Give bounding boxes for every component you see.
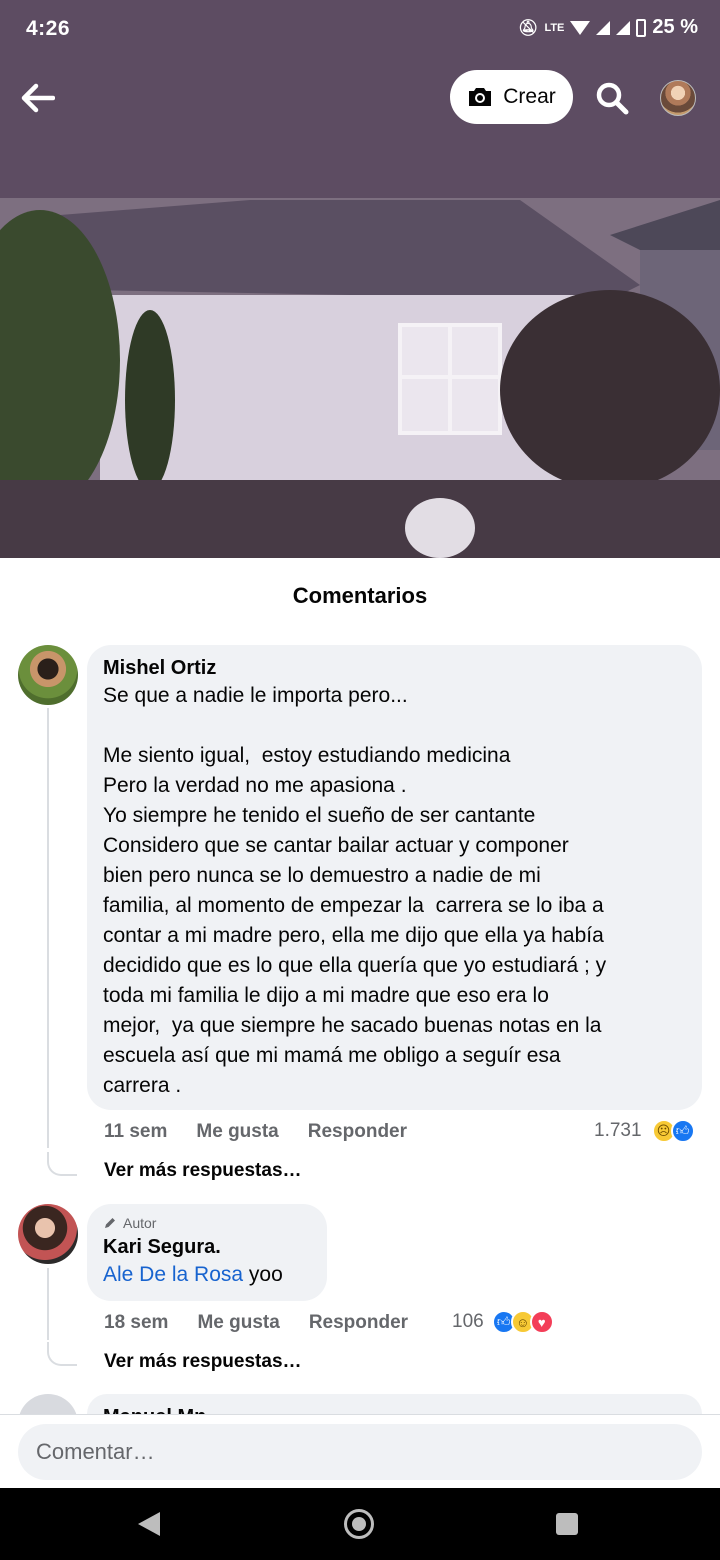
comment-time[interactable]: 11 sem <box>104 1121 167 1143</box>
search-button[interactable] <box>590 76 634 120</box>
like-button[interactable]: Me gusta <box>197 1312 279 1334</box>
like-button[interactable]: Me gusta <box>196 1121 278 1143</box>
comment-bubble: Mishel Ortiz Se que a nadie le importa p… <box>87 645 702 1110</box>
author-badge-label: Autor <box>123 1215 157 1231</box>
reaction-count: 1.731 <box>594 1120 642 1141</box>
profile-avatar[interactable] <box>660 80 696 116</box>
thread-curve <box>47 1342 77 1366</box>
status-bar: 4:26 🔕︎ LTE 25 % <box>0 0 720 58</box>
comment-input[interactable]: Comentar… <box>18 1424 702 1480</box>
comment-bubble: Autor Kari Segura. Ale De la Rosa yoo <box>87 1204 327 1301</box>
nav-home-icon[interactable] <box>344 1509 374 1539</box>
love-reaction-icon: ♥ <box>529 1310 554 1334</box>
signal-icon-2 <box>616 20 631 35</box>
thread-line <box>47 1268 49 1340</box>
thread-curve <box>47 1152 77 1176</box>
camera-icon <box>469 88 492 106</box>
lte-call-label: LTE <box>544 21 565 34</box>
system-navigation-bar <box>0 1488 720 1560</box>
mention-link[interactable]: Ale De la Rosa <box>103 1263 243 1286</box>
search-icon <box>596 82 629 115</box>
like-reaction-icon: 👍︎ <box>670 1119 695 1143</box>
pencil-icon <box>105 1218 115 1228</box>
author-badge: Autor <box>103 1214 311 1232</box>
video-player[interactable]: 4:26 🔕︎ LTE 25 % Crear <box>0 0 720 558</box>
battery-icon <box>636 18 647 37</box>
nav-back-icon[interactable] <box>138 1512 160 1536</box>
thread-line <box>47 708 49 1148</box>
battery-percent: 25 % <box>652 16 698 38</box>
signal-icon <box>596 20 611 35</box>
comment-composer: Comentar… <box>0 1414 720 1488</box>
mute-icon: 🔕︎ <box>518 19 539 37</box>
avatar[interactable] <box>18 1204 78 1264</box>
comment-author[interactable]: Mishel Ortiz <box>103 655 686 681</box>
comment-actions: 11 sem Me gusta Responder <box>104 1121 436 1143</box>
back-button[interactable] <box>16 76 60 120</box>
status-time: 4:26 <box>26 17 71 40</box>
create-label: Crear <box>503 85 556 108</box>
comment-text-body: yoo <box>243 1263 283 1286</box>
comments-title: Comentarios <box>292 583 428 608</box>
status-icons: 🔕︎ LTE 25 % <box>518 16 698 39</box>
comment-author[interactable]: Kari Segura. <box>103 1234 311 1260</box>
more-replies-link[interactable]: Ver más respuestas… <box>104 1160 302 1182</box>
reaction-count: 106 <box>452 1311 484 1332</box>
nav-recents-icon[interactable] <box>556 1513 578 1535</box>
wifi-icon <box>570 20 591 35</box>
arrow-left-icon <box>21 83 55 113</box>
reaction-summary[interactable]: 106 👍︎ ☺ ♥ <box>452 1310 554 1334</box>
comment-text: Ale De la Rosa yoo <box>103 1260 311 1290</box>
comment-time[interactable]: 18 sem <box>104 1312 168 1334</box>
more-replies-link[interactable]: Ver más respuestas… <box>104 1351 302 1373</box>
create-button[interactable]: Crear <box>450 70 573 124</box>
reply-button[interactable]: Responder <box>309 1312 408 1334</box>
comment-text: Se que a nadie le importa pero... Me sie… <box>103 684 607 1097</box>
comment-actions: 18 sem Me gusta Responder <box>104 1312 437 1334</box>
reply-button[interactable]: Responder <box>308 1121 407 1143</box>
avatar[interactable] <box>18 645 78 705</box>
reaction-summary[interactable]: 1.731 ☹ 👍︎ <box>594 1119 695 1143</box>
